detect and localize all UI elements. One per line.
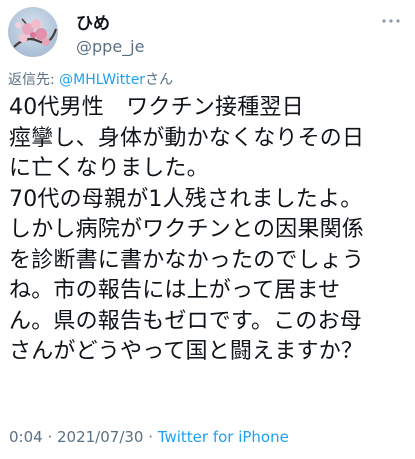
reply-prefix: 返信先:	[8, 72, 60, 88]
tweet-line: ん。県の報告もゼロです。このお母	[9, 308, 363, 334]
tweet-line: 痙攣し、身体が動かなくなりその日	[9, 125, 365, 151]
display-name[interactable]: ひめ	[76, 14, 110, 34]
more-options-icon[interactable]	[380, 14, 402, 28]
avatar-image	[8, 7, 58, 57]
tweet-line: さんがどうやって国と闘えますか？	[9, 339, 364, 364]
avatar[interactable]	[8, 7, 58, 57]
reply-context: 返信先: @MHLWitterさん	[8, 71, 173, 89]
tweet-meta: 0:04 · 2021/07/30 · Twitter for iPhone	[9, 427, 289, 447]
tweet-line: ね。市の報告には上がって居ませ	[9, 278, 341, 303]
tweet-time[interactable]: 0:04	[9, 428, 43, 446]
tweet-source-link[interactable]: Twitter for iPhone	[158, 428, 289, 446]
user-handle[interactable]: @ppe_je	[76, 37, 144, 57]
meta-separator: ·	[42, 428, 57, 446]
tweet-line: に亡くなりました。	[9, 156, 209, 181]
reply-suffix: さん	[145, 72, 174, 88]
meta-separator: ·	[143, 428, 158, 446]
tweet-line: 70代の母親が1人残されましたよ。	[9, 186, 363, 212]
tweet-text: 40代男性 ワクチン接種翌日 痙攣し、身体が動かなくなりその日 に亡くなりました…	[9, 93, 409, 368]
tweet-card: ひめ @ppe_je 返信先: @MHLWitterさん 40代男性 ワクチン接…	[0, 0, 415, 459]
tweet-line: 40代男性 ワクチン接種翌日	[9, 95, 304, 120]
reply-target-link[interactable]: @MHLWitter	[59, 72, 145, 88]
tweet-line: を診断書に書かなかったのでしょう	[9, 247, 365, 273]
tweet-date[interactable]: 2021/07/30	[57, 428, 143, 446]
tweet-line: しかし病院がワクチンとの因果関係	[9, 217, 364, 242]
